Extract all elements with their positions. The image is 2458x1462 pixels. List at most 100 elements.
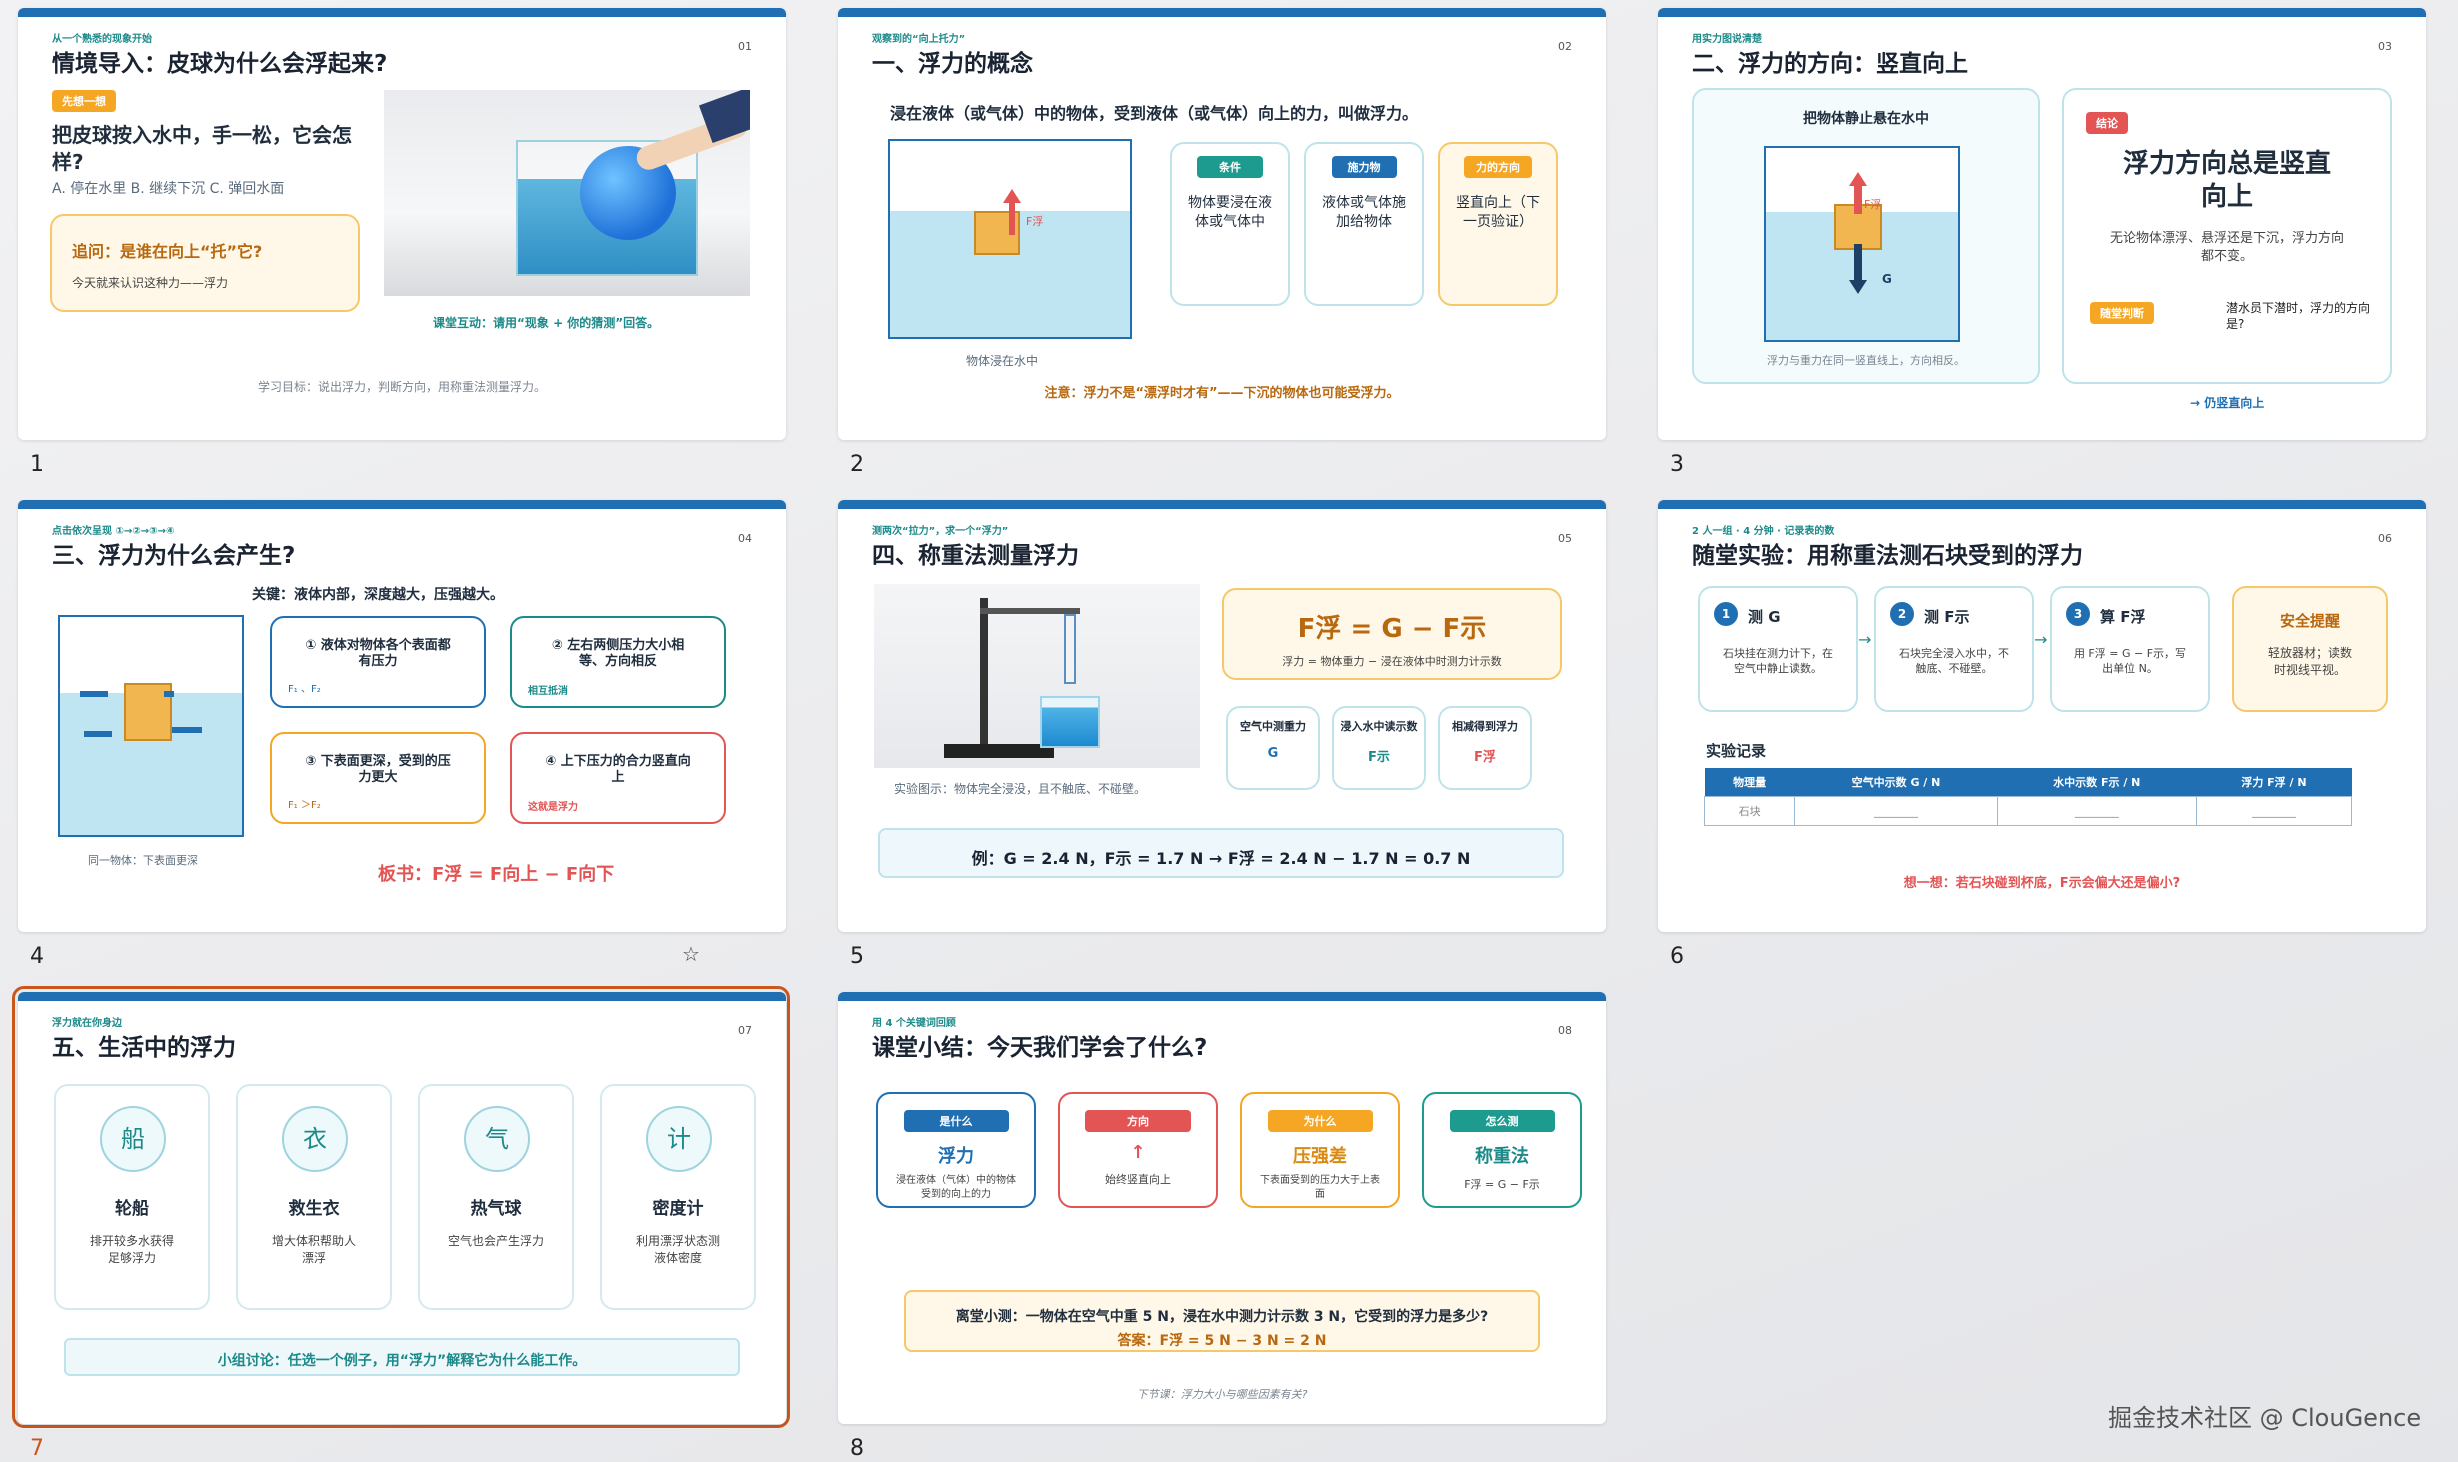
concept-card-direction: 力的方向 竖直向上（下一页验证） xyxy=(1438,142,1558,306)
slide-title: 课堂小结：今天我们学会了什么? xyxy=(872,1035,1208,1061)
card-name: 救生衣 xyxy=(288,1199,340,1219)
step-card-2: 浸入水中读示数 F示 xyxy=(1332,706,1426,790)
summary-card-what: 是什么 浮力 浸在液体（气体）中的物体受到的向上的力 xyxy=(876,1092,1036,1208)
slide-title: 二、浮力的方向：竖直向上 xyxy=(1692,51,1968,77)
arrow-right-icon: → xyxy=(1858,630,1872,649)
discussion: 小组讨论：任选一个例子，用“浮力”解释它为什么能工作。 xyxy=(217,1353,587,1369)
discussion-bar: 小组讨论：任选一个例子，用“浮力”解释它为什么能工作。 xyxy=(64,1338,740,1376)
table-cell[interactable]: ________ xyxy=(1794,796,1998,826)
slide-eyebrow: 2 人一组 · 4 分钟 · 记录表的数 xyxy=(1692,526,1835,537)
card-text: 空气也会产生浮力 xyxy=(447,1234,544,1248)
table-row: 石块 ________ ________ ________ xyxy=(1703,796,2353,826)
formula-card: F浮 = G − F示 浮力 = 物体重力 − 浸在液体中时测力计示数 xyxy=(1222,588,1562,680)
ball-photo xyxy=(384,90,750,296)
slide-number: 5 xyxy=(850,944,864,969)
slide-number: 1 xyxy=(30,452,44,477)
pressure-diagram xyxy=(58,615,244,837)
slide-7[interactable]: 浮力就在你身边 07 五、生活中的浮力 船 轮船 排开较多水获得足够浮力 衣 救… xyxy=(18,992,786,1424)
safety-text: 轻放器材；读数时视线平视。 xyxy=(2267,646,2352,677)
step-head: 相减得到浮力 xyxy=(1452,720,1518,733)
lifejacket-icon: 衣 xyxy=(282,1106,348,1172)
tank-caption: 物体浸在水中 xyxy=(966,354,1039,368)
diagram-caption: 浮力与重力在同一竖直线上，方向相反。 xyxy=(1767,354,1965,367)
key-point: 关键：液体内部，深度越大，压强越大。 xyxy=(252,587,504,603)
slide-eyebrow: 点击依次呈现 ①→②→③→④ xyxy=(52,526,175,537)
summary-card-how: 怎么测 称重法 F浮 = G − F示 xyxy=(1422,1092,1582,1208)
table-cell[interactable]: ________ xyxy=(1996,796,2197,826)
next-lesson: 下节课：浮力大小与哪些因素有关? xyxy=(1136,1388,1308,1401)
slide-3[interactable]: 用实力图说清楚 03 二、浮力的方向：竖直向上 把物体静止悬在水中 F浮 G 浮… xyxy=(1658,8,2426,440)
table-cell[interactable]: ________ xyxy=(2195,796,2353,826)
life-card-ship: 船 轮船 排开较多水获得足够浮力 xyxy=(54,1084,210,1310)
summary-main: 浮力 xyxy=(938,1146,974,1167)
reason-head: ③ 下表面更深，受到的压力更大 xyxy=(305,754,451,785)
step-head: 算 F浮 xyxy=(2100,608,2146,626)
step-text: 用 F浮 = G − F示，写出单位 N。 xyxy=(2073,647,2187,675)
slide-5[interactable]: 测两次“拉力”，求一个“浮力” 05 四、称重法测量浮力 实验图示：物体完全浸没… xyxy=(838,500,1606,932)
summary-tag: 怎么测 xyxy=(1449,1110,1555,1132)
watermark: 掘金技术社区 @ ClouGence xyxy=(2108,1404,2422,1432)
formula: F浮 = G − F示 xyxy=(1297,614,1487,644)
reason-head: ④ 上下压力的合力竖直向上 xyxy=(545,754,691,785)
conclusion-text: 浮力方向总是竖直向上 xyxy=(2122,149,2331,212)
summary-tag: 为什么 xyxy=(1267,1110,1373,1132)
board-formula: 板书：F浮 = F向上 − F向下 xyxy=(378,864,615,885)
step-number: 3 xyxy=(2066,602,2090,626)
table-header: 水中示数 F示 / N xyxy=(1997,768,2197,797)
slide-page-number: 06 xyxy=(2378,532,2392,545)
step-head: 测 G xyxy=(1748,608,1781,626)
force-diagram-card: 把物体静止悬在水中 F浮 G 浮力与重力在同一竖直线上，方向相反。 xyxy=(1692,88,2040,384)
water-tank: F浮 xyxy=(888,139,1132,339)
card-tag: 力的方向 xyxy=(1464,156,1532,178)
slide-page-number: 03 xyxy=(2378,40,2392,53)
think-question: 想一想：若石块碰到杯底，F示会偏大还是偏小? xyxy=(1903,876,2181,891)
experiment-step-1: 1 测 G 石块挂在测力计下，在空气中静止读数。 xyxy=(1698,586,1858,712)
step-value: F浮 xyxy=(1474,750,1496,765)
life-card-hydrometer: 计 密度计 利用漂浮状态测液体密度 xyxy=(600,1084,756,1310)
interaction-hint: 课堂互动：请用“现象 + 你的猜测”回答。 xyxy=(433,316,660,330)
step-number: 1 xyxy=(1714,602,1738,626)
diagram-caption: 同一物体：下表面更深 xyxy=(88,854,198,867)
summary-card-direction: 方向 ↑ 始终竖直向上 xyxy=(1058,1092,1218,1208)
reason-card-1: ① 液体对物体各个表面都有压力 F₁ 、F₂ xyxy=(270,616,486,708)
slide-4[interactable]: 点击依次呈现 ①→②→③→④ 04 三、浮力为什么会产生? 关键：液体内部，深度… xyxy=(18,500,786,932)
balloon-icon: 气 xyxy=(464,1106,530,1172)
slide-1[interactable]: 从一个熟悉的现象开始 01 情境导入：皮球为什么会浮起来? 先想一想 把皮球按入… xyxy=(18,8,786,440)
record-table: 物理量 空气中示数 G / N 水中示数 F示 / N 浮力 F浮 / N 石块… xyxy=(1703,768,2353,826)
slide-eyebrow: 从一个熟悉的现象开始 xyxy=(52,34,152,45)
record-title: 实验记录 xyxy=(1706,742,1767,760)
step-card-1: 空气中测重力 G xyxy=(1226,706,1320,790)
slide-8[interactable]: 用 4 个关键词回顾 08 课堂小结：今天我们学会了什么? 是什么 浮力 浸在液… xyxy=(838,992,1606,1424)
slide-title: 随堂实验：用称重法测石块受到的浮力 xyxy=(1692,543,2083,569)
reason-sub: 相互抵消 xyxy=(528,686,568,697)
quiz-question: 离堂小测：一物体在空气中重 5 N，浸在水中测力计示数 3 N，它受到的浮力是多… xyxy=(955,1309,1489,1325)
step-text: 石块挂在测力计下，在空气中静止读数。 xyxy=(1723,647,1833,675)
reason-card-3: ③ 下表面更深，受到的压力更大 F₁ ＞F₂ xyxy=(270,732,486,824)
followup-sub: 今天就来认识这种力——浮力 xyxy=(72,276,229,290)
slide-eyebrow: 用 4 个关键词回顾 xyxy=(872,1018,956,1029)
followup-card: 追问：是谁在向上“托”它? 今天就来认识这种力——浮力 xyxy=(50,214,360,312)
life-card-lifejacket: 衣 救生衣 增大体积帮助人漂浮 xyxy=(236,1084,392,1310)
reason-card-4: ④ 上下压力的合力竖直向上 这就是浮力 xyxy=(510,732,726,824)
conclusion-sub: 无论物体漂浮、悬浮还是下沉，浮力方向都不变。 xyxy=(2109,231,2344,264)
star-icon[interactable]: ☆ xyxy=(682,942,700,966)
label-f: F浮 xyxy=(1026,215,1044,228)
card-tag: 施力物 xyxy=(1331,156,1397,178)
slide-number: 2 xyxy=(850,452,864,477)
slide-number: 3 xyxy=(1670,452,1684,477)
label-g: G xyxy=(1882,272,1892,286)
card-name: 热气球 xyxy=(470,1199,522,1219)
ship-icon: 船 xyxy=(100,1106,166,1172)
label-f: F浮 xyxy=(1864,198,1882,211)
photo-caption: 实验图示：物体完全浸没，且不触底、不碰壁。 xyxy=(894,782,1147,796)
spring-scale-photo xyxy=(874,584,1200,768)
slide-2[interactable]: 观察到的“向上托力” 02 一、浮力的概念 浸在液体（或气体）中的物体，受到液体… xyxy=(838,8,1606,440)
reason-sub: F₁ ＞F₂ xyxy=(288,800,321,811)
slide-6[interactable]: 2 人一组 · 4 分钟 · 记录表的数 06 随堂实验：用称重法测石块受到的浮… xyxy=(1658,500,2426,932)
arrow-up-icon: ↑ xyxy=(1130,1142,1146,1163)
slide-page-number: 07 xyxy=(738,1024,752,1037)
slide-number: 8 xyxy=(850,1436,864,1461)
step-number: 2 xyxy=(1890,602,1914,626)
diagram-title: 把物体静止悬在水中 xyxy=(1803,111,1929,127)
summary-tag: 是什么 xyxy=(903,1110,1009,1132)
